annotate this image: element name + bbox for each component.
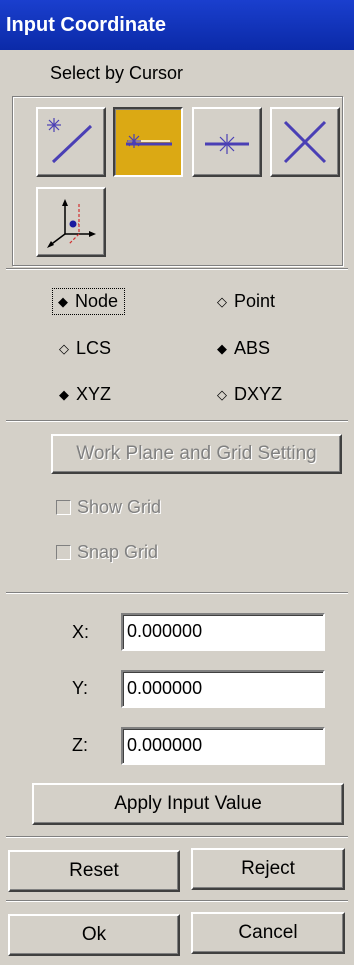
unselected-diamond-icon: ◇ bbox=[217, 293, 227, 309]
lcs-label: LCS bbox=[76, 338, 112, 358]
dxyz-label: DXYZ bbox=[234, 384, 283, 404]
separator bbox=[6, 420, 348, 422]
diagonal-line-icon bbox=[47, 118, 93, 164]
select-by-cursor-label: Select by Cursor bbox=[50, 63, 184, 83]
intersection-tool-button[interactable] bbox=[270, 107, 340, 177]
z-input[interactable]: 0.000000 bbox=[121, 727, 325, 765]
checkbox-box bbox=[56, 545, 71, 560]
separator bbox=[6, 592, 348, 594]
show-grid-label: Show Grid bbox=[77, 497, 162, 517]
x-label: X: bbox=[72, 622, 90, 642]
node-label: Node bbox=[75, 291, 119, 311]
abs-label: ABS bbox=[234, 338, 271, 358]
reset-button[interactable]: Reset bbox=[8, 850, 180, 892]
snap-grid-checkbox[interactable]: Snap Grid bbox=[56, 542, 158, 563]
window-title: Input Coordinate bbox=[0, 0, 354, 50]
checkbox-box bbox=[56, 500, 71, 515]
z-label: Z: bbox=[72, 735, 88, 755]
xyz-label: XYZ bbox=[76, 384, 112, 404]
ok-button[interactable]: Ok bbox=[8, 914, 180, 956]
cancel-button[interactable]: Cancel bbox=[191, 912, 345, 954]
line-tool-button[interactable] bbox=[36, 107, 106, 177]
snap-grid-label: Snap Grid bbox=[77, 542, 159, 562]
apply-input-value-button[interactable]: Apply Input Value bbox=[32, 783, 344, 825]
axis-triad-icon bbox=[47, 199, 96, 248]
point-label: Point bbox=[234, 291, 276, 311]
selected-diamond-icon: ◆ bbox=[59, 386, 69, 402]
dxyz-option[interactable]: ◇ DXYZ bbox=[214, 384, 282, 405]
separator bbox=[6, 268, 348, 270]
xyz-option[interactable]: ◆ XYZ bbox=[56, 384, 111, 405]
horizontal-line-tool-button[interactable] bbox=[113, 107, 183, 177]
selected-diamond-icon: ◆ bbox=[58, 293, 68, 309]
reject-button[interactable]: Reject bbox=[191, 848, 345, 890]
unselected-diamond-icon: ◇ bbox=[59, 340, 69, 356]
midpoint-icon bbox=[205, 134, 249, 154]
lcs-option[interactable]: ◇ LCS bbox=[56, 338, 111, 359]
y-label: Y: bbox=[72, 678, 89, 698]
unselected-diamond-icon: ◇ bbox=[217, 386, 227, 402]
midpoint-tool-button[interactable] bbox=[192, 107, 262, 177]
separator bbox=[6, 900, 348, 902]
coordinate-axis-tool-button[interactable] bbox=[36, 187, 106, 257]
show-grid-checkbox[interactable]: Show Grid bbox=[56, 497, 161, 518]
horizontal-line-icon bbox=[126, 134, 172, 148]
selected-diamond-icon: ◆ bbox=[217, 340, 227, 356]
abs-option[interactable]: ◆ ABS bbox=[214, 338, 270, 359]
x-input[interactable]: 0.000000 bbox=[121, 613, 325, 651]
intersection-icon bbox=[283, 120, 327, 164]
work-plane-grid-setting-button[interactable]: Work Plane and Grid Setting bbox=[51, 434, 342, 474]
separator bbox=[6, 836, 348, 838]
node-option[interactable]: ◆ Node bbox=[52, 288, 126, 315]
y-input[interactable]: 0.000000 bbox=[121, 670, 325, 708]
point-option[interactable]: ◇ Point bbox=[214, 291, 275, 312]
